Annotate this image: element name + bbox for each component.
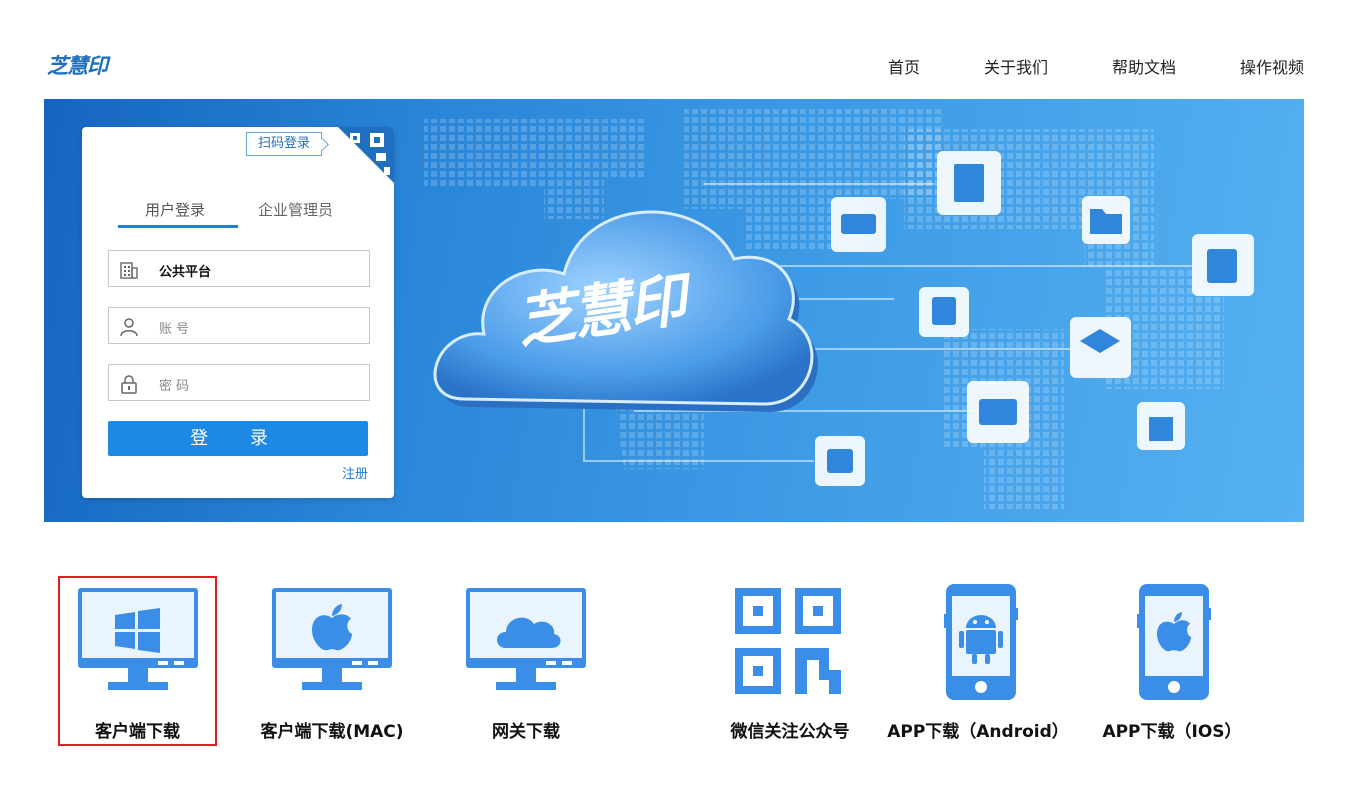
nav-help-docs[interactable]: 帮助文档 (1112, 54, 1176, 78)
nav-home[interactable]: 首页 (888, 54, 920, 78)
tab-user-login[interactable]: 用户登录 (145, 199, 205, 220)
platform-select[interactable]: 公共平台 (108, 250, 370, 287)
building-icon (120, 262, 138, 279)
site-header: 芝慧印 首页 关于我们 帮助文档 操作视频 (0, 0, 1347, 99)
download-label: APP下载（IOS） (1102, 722, 1242, 742)
platform-value: 公共平台 (159, 265, 212, 280)
download-label: APP下载（Android） (887, 722, 1069, 742)
download-ios-app[interactable]: APP下载（IOS） (1098, 580, 1246, 742)
register-link[interactable]: 注册 (342, 463, 368, 482)
qr-code-icon[interactable] (338, 127, 394, 183)
cloud-monitor-icon (466, 588, 586, 690)
wechat-follow[interactable]: 微信关注公众号 (710, 580, 870, 742)
lock-icon (121, 375, 137, 394)
android-phone-icon (944, 584, 1018, 700)
login-card: 扫码登录 用户登录 企业管理员 公共平台 账号 密码 登 录 注册 (82, 127, 394, 498)
site-logo[interactable]: 芝慧印 (47, 50, 108, 80)
ios-phone-icon (1137, 584, 1211, 700)
qr-code-icon (735, 588, 841, 694)
active-tab-indicator (118, 225, 238, 228)
apple-monitor-icon (272, 588, 392, 690)
download-label: 网关下载 (492, 722, 560, 742)
account-field[interactable]: 账号 (108, 307, 370, 344)
login-button[interactable]: 登 录 (108, 421, 368, 456)
download-gateway[interactable]: 网关下载 (446, 580, 606, 742)
windows-monitor-icon (78, 588, 198, 690)
download-label: 客户端下载 (95, 722, 180, 742)
download-label: 客户端下载(MAC) (260, 722, 404, 742)
account-placeholder: 账号 (159, 322, 194, 337)
password-placeholder: 密码 (159, 379, 194, 394)
nav-tutorial-videos[interactable]: 操作视频 (1240, 54, 1304, 78)
password-field[interactable]: 密码 (108, 364, 370, 401)
download-android-app[interactable]: APP下载（Android） (886, 580, 1070, 742)
download-windows-client[interactable]: 客户端下载 (58, 580, 217, 742)
user-icon (120, 318, 138, 337)
nav-about-us[interactable]: 关于我们 (984, 54, 1048, 78)
download-label: 微信关注公众号 (730, 722, 850, 742)
tab-enterprise-admin[interactable]: 企业管理员 (258, 199, 333, 220)
download-mac-client[interactable]: 客户端下载(MAC) (252, 580, 412, 742)
qr-login-tag[interactable]: 扫码登录 (246, 132, 322, 156)
